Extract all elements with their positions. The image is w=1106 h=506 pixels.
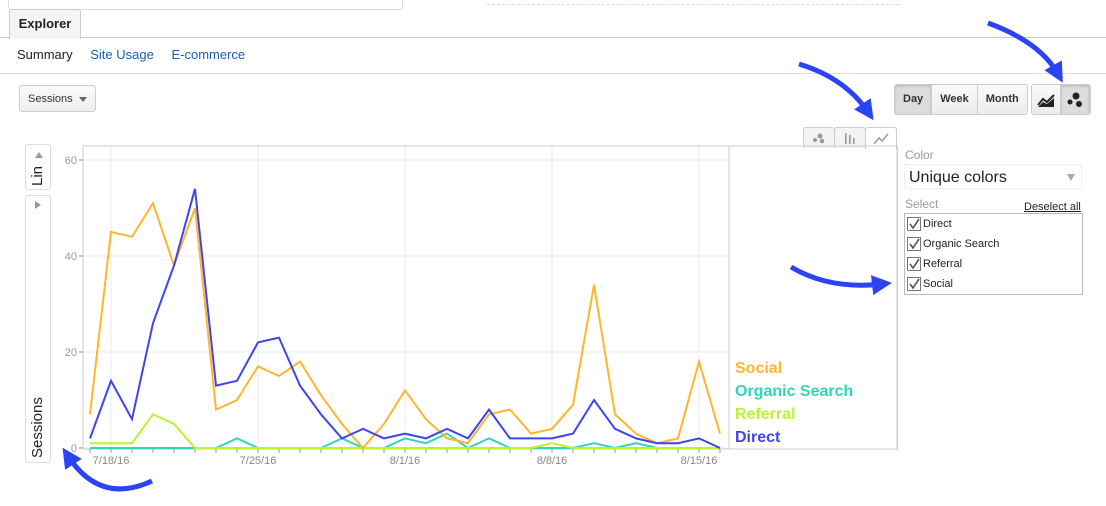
line-chart-view-button[interactable] (1032, 85, 1061, 114)
y-metric-label: Sessions (29, 397, 46, 458)
select-item-label: Social (923, 278, 953, 290)
x-tick-label: 8/15/16 (681, 455, 718, 467)
chevron-down-icon (79, 97, 87, 102)
legend-organic-search: Organic Search (735, 383, 853, 400)
select-label: Select (905, 197, 939, 211)
legend-social: Social (735, 360, 782, 377)
checkmark-icon (909, 258, 920, 270)
arrow-icon (789, 264, 892, 296)
period-button-group: Day Week Month (894, 84, 1028, 115)
select-item-direct[interactable]: Direct (905, 214, 1082, 234)
report-subnav: Summary Site Usage E-commerce (17, 47, 259, 62)
color-dropdown[interactable]: Unique colors (904, 164, 1082, 189)
y-scale-label: Lin (29, 165, 46, 186)
metric-dropdown[interactable]: Sessions (19, 85, 96, 112)
tab-bar-chart[interactable] (834, 127, 866, 148)
metric-dropdown-value: Sessions (28, 93, 73, 105)
caret-right-icon (35, 201, 41, 209)
tab-line-chart[interactable] (865, 127, 897, 149)
week-button[interactable]: Week (932, 85, 978, 114)
legend-direct: Direct (735, 429, 781, 446)
select-item-label: Direct (923, 218, 952, 230)
deselect-all-link[interactable]: Deselect all (1024, 201, 1081, 213)
select-item-referral[interactable]: Referral (905, 254, 1082, 274)
chevron-down-icon (1067, 174, 1075, 181)
x-tick-label: 7/25/16 (240, 455, 277, 467)
select-item-organic-search[interactable]: Organic Search (905, 234, 1082, 254)
tab-bubble-chart[interactable] (803, 127, 835, 148)
y-scale-selector[interactable]: Lin (25, 144, 51, 190)
series-line-social (89, 200, 721, 450)
checkbox-social[interactable] (907, 277, 921, 291)
checkmark-icon (909, 238, 920, 250)
y-tick-label: 20 (65, 347, 77, 359)
bubble-chart-icon (813, 133, 825, 144)
arrow-icon (987, 20, 1063, 83)
day-button[interactable]: Day (895, 85, 933, 114)
checkbox-organic-search[interactable] (907, 237, 921, 251)
arrow-icon (62, 447, 154, 492)
tab-bar (0, 37, 1106, 38)
area-chart-icon (1037, 93, 1055, 107)
x-tick-label: 8/1/16 (390, 455, 421, 467)
select-item-label: Referral (923, 258, 963, 270)
plot-frame (82, 145, 898, 450)
line-chart-icon (873, 133, 889, 144)
series-select-list: Direct Organic Search Referral Social (904, 213, 1083, 295)
x-tick-label: 8/8/16 (537, 455, 568, 467)
caret-icon (35, 152, 43, 158)
chart-type-tabs (803, 127, 897, 149)
y-tick-label: 40 (65, 251, 77, 263)
motion-chart-view-button[interactable] (1061, 85, 1090, 114)
x-tick-label: 7/18/16 (93, 455, 130, 467)
checkbox-direct[interactable] (907, 217, 921, 231)
chart-settings-panel (897, 146, 1106, 450)
checkmark-icon (909, 218, 920, 230)
tab-explorer[interactable]: Explorer (9, 9, 81, 39)
series-line-direct (89, 188, 721, 449)
series-line-referral (90, 413, 720, 449)
view-toggle-group (1031, 84, 1091, 115)
checkbox-referral[interactable] (907, 257, 921, 271)
subnav-ecommerce[interactable]: E-commerce (171, 47, 245, 62)
color-label: Color (905, 148, 934, 162)
subnav-site-usage[interactable]: Site Usage (90, 47, 154, 62)
color-dropdown-value: Unique colors (909, 169, 1007, 186)
bubble-chart-icon (1067, 92, 1082, 107)
month-button[interactable]: Month (977, 85, 1027, 114)
y-tick-label: 0 (71, 443, 77, 455)
top-dashed-divider (487, 0, 899, 5)
y-tick-label: 60 (65, 155, 77, 167)
checkmark-icon (909, 278, 920, 290)
series-line-organic-search (90, 432, 720, 450)
y-metric-selector[interactable]: Sessions (25, 195, 51, 463)
select-item-label: Organic Search (923, 238, 1000, 250)
divider (0, 73, 1106, 74)
subnav-summary[interactable]: Summary (17, 47, 73, 62)
arrow-icon (798, 61, 874, 121)
select-item-social[interactable]: Social (905, 274, 1082, 294)
bar-chart-icon (845, 133, 855, 144)
legend-referral: Referral (735, 406, 795, 423)
